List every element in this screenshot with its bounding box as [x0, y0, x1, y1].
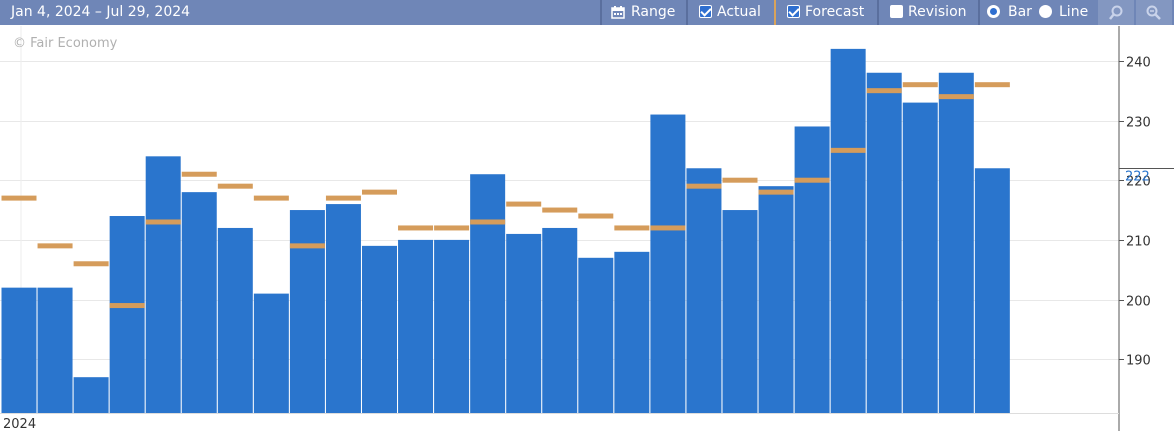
forecast-marker: [109, 303, 145, 309]
toolbar-divider: [600, 0, 602, 25]
forecast-divider: [774, 0, 776, 25]
calendar-icon: [611, 6, 625, 19]
toolbar-divider: [978, 0, 980, 25]
actual-bar: [73, 377, 109, 413]
zoom-in-button[interactable]: [1098, 0, 1134, 25]
actual-bar: [866, 72, 902, 413]
y-tick-label: 240: [1126, 56, 1151, 71]
range-button[interactable]: Range: [603, 0, 685, 25]
actual-bar: [325, 204, 361, 413]
zoom-out-icon: [1146, 5, 1161, 20]
forecast-marker: [902, 82, 938, 88]
forecast-marker: [325, 195, 361, 201]
watermark: © Fair Economy: [13, 36, 118, 51]
line-radio[interactable]: [1039, 5, 1052, 18]
forecast-marker: [650, 225, 686, 231]
actual-bar: [37, 287, 73, 413]
forecast-marker: [866, 88, 902, 94]
actual-bar: [109, 216, 145, 413]
actual-bar: [542, 227, 578, 413]
actual-bar: [145, 156, 181, 414]
revision-label: Revision: [908, 4, 967, 20]
actual-bar: [217, 227, 253, 413]
forecast-marker: [830, 147, 866, 153]
forecast-marker: [398, 225, 434, 231]
revision-checkbox[interactable]: [890, 5, 903, 18]
forecast-marker: [362, 189, 397, 195]
actual-bar: [794, 126, 830, 413]
forecast-marker: [578, 213, 614, 219]
actual-bar: [974, 168, 1010, 413]
forecast-marker: [217, 183, 253, 189]
y-axis-ticks: 190200210220230240: [1119, 56, 1151, 369]
forecast-marker: [181, 171, 217, 177]
actual-label: Actual: [717, 4, 761, 20]
forecast-marker: [938, 94, 974, 100]
forecast-marker: [974, 82, 1010, 88]
y-tick-label: 200: [1126, 295, 1151, 310]
actual-bar: [1, 287, 37, 413]
forecast-marker: [686, 183, 722, 189]
actual-bar: [181, 192, 217, 413]
forecast-marker: [1, 195, 37, 201]
y-tick-label: 190: [1126, 354, 1151, 369]
forecast-marker: [614, 225, 650, 231]
forecast-label: Forecast: [805, 4, 865, 20]
actual-bars: [1, 48, 1010, 414]
actual-bar: [434, 239, 470, 413]
bar-radio[interactable]: [987, 5, 1000, 18]
actual-bar: [362, 245, 397, 413]
line-label: Line: [1059, 4, 1089, 20]
forecast-marker: [37, 243, 73, 249]
actual-bar: [758, 186, 794, 413]
forecast-marker: [794, 177, 830, 183]
actual-bar: [398, 239, 434, 413]
current-value-label: 222: [1125, 170, 1150, 185]
actual-bar: [722, 210, 758, 413]
zoom-out-button[interactable]: [1136, 0, 1172, 25]
forecast-marker: [145, 219, 181, 225]
zoom-in-icon: [1109, 5, 1123, 20]
forecast-marker: [253, 195, 289, 201]
actual-bar: [578, 257, 614, 413]
forecast-marker: [506, 201, 542, 207]
actual-bar: [686, 168, 722, 413]
actual-bar: [506, 233, 542, 413]
actual-bar: [830, 48, 866, 413]
bar-chart: © Fair Economy 190200210220230240 222 20…: [0, 26, 1174, 431]
actual-bar: [470, 174, 506, 413]
y-tick-label: 230: [1126, 116, 1151, 131]
forecast-checkbox[interactable]: [787, 5, 800, 18]
actual-bar: [902, 102, 938, 413]
forecast-marker: [289, 243, 325, 249]
actual-bar: [614, 251, 650, 413]
actual-bar: [289, 210, 325, 413]
y-tick-label: 210: [1126, 235, 1151, 250]
forecast-marker: [73, 261, 109, 267]
x-axis-year-label: 2024: [3, 417, 36, 431]
actual-bar: [253, 293, 289, 413]
toolbar-divider: [877, 0, 879, 25]
bar-label: Bar: [1008, 4, 1032, 20]
forecast-marker: [722, 177, 758, 183]
forecast-marker: [542, 207, 578, 213]
actual-bar: [650, 114, 686, 414]
chart-toolbar: Jan 4, 2024 – Jul 29, 2024 Range Actual …: [0, 0, 1174, 25]
date-range-label: Jan 4, 2024 – Jul 29, 2024: [11, 4, 191, 20]
forecast-marker: [434, 225, 470, 231]
forecast-marker: [470, 219, 506, 225]
toolbar-divider: [686, 0, 688, 25]
actual-bar: [938, 72, 974, 413]
forecast-marker: [758, 189, 794, 195]
actual-checkbox[interactable]: [699, 5, 712, 18]
range-label: Range: [631, 4, 676, 20]
